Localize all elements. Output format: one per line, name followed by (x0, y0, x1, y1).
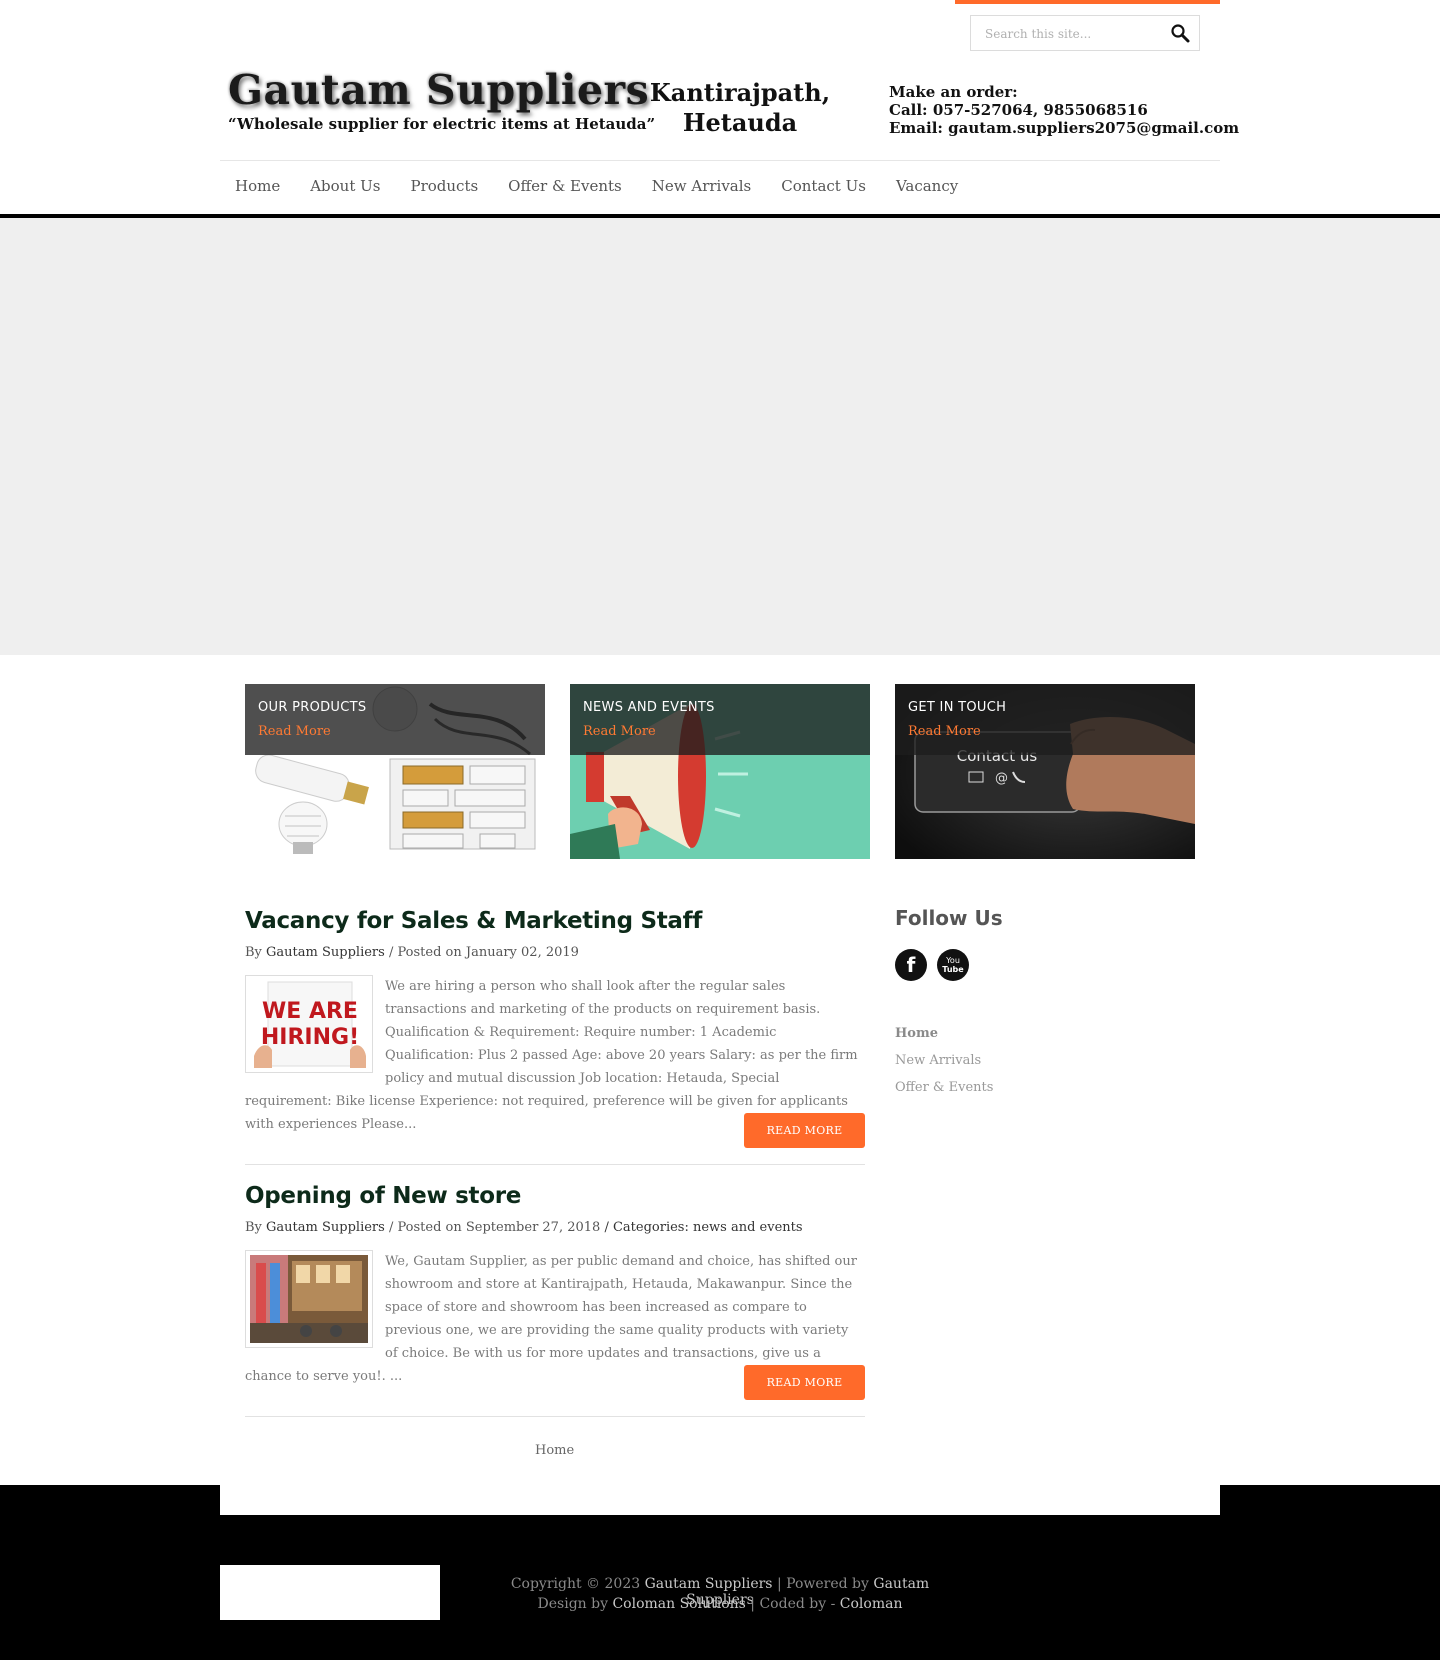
call-numbers: Call: 057-527064, 9855068516 (889, 101, 1148, 119)
post-divider (245, 1416, 865, 1417)
post-meta: By Gautam Suppliers / Posted on January … (245, 945, 579, 960)
post-meta: By Gautam Suppliers / Posted on Septembe… (245, 1220, 803, 1235)
powered-by-text: | Powered by (776, 1576, 869, 1592)
nav-contact-us[interactable]: Contact Us (766, 175, 881, 205)
footer-credits-line: Design by Coloman Solutions | Coded by -… (490, 1596, 950, 1612)
feature-title: GET IN TOUCH (908, 700, 1007, 715)
feature-our-products[interactable]: OUR PRODUCTS Read More (245, 684, 545, 859)
nav-products[interactable]: Products (395, 175, 493, 205)
feature-title: OUR PRODUCTS (258, 700, 367, 715)
sidebar-link-home[interactable]: Home (895, 1026, 938, 1041)
feature-overlay (245, 684, 545, 755)
location-line-2: Hetauda (682, 108, 798, 137)
post-title[interactable]: Opening of New store (245, 1183, 521, 1209)
order-label: Make an order: (889, 83, 1018, 101)
search-button[interactable] (1169, 22, 1191, 44)
post-author-link[interactable]: Gautam Suppliers (266, 945, 385, 960)
read-more-button[interactable]: READ MORE (744, 1365, 865, 1400)
post-by-label: By (245, 1220, 262, 1235)
post-category-link[interactable]: / Categories: news and events (604, 1220, 802, 1235)
search-input[interactable] (983, 24, 1157, 44)
feature-overlay (895, 684, 1195, 755)
facebook-link[interactable]: f (895, 949, 927, 981)
feature-overlay (570, 684, 870, 755)
store-location: Kantirajpath, Hetauda (640, 78, 840, 138)
post-author-link[interactable]: Gautam Suppliers (266, 1220, 385, 1235)
order-contact-block: Make an order: Call: 057-527064, 9855068… (889, 83, 1239, 137)
footer-logo-box (220, 1565, 440, 1620)
copyright-site-link[interactable]: Gautam Suppliers (645, 1576, 773, 1592)
follow-us-title: Follow Us (895, 906, 1003, 930)
nav-about-us[interactable]: About Us (295, 175, 395, 205)
design-by-link[interactable]: Coloman Solutions (612, 1596, 745, 1612)
post-divider (245, 1164, 865, 1165)
site-logo-title[interactable]: Gautam Suppliers (228, 66, 649, 114)
facebook-icon: f (906, 953, 916, 977)
email-address: Email: gautam.suppliers2075@gmail.com (889, 119, 1240, 137)
feature-read-more-link[interactable]: Read More (583, 724, 656, 739)
hero-banner (0, 218, 1440, 655)
post-date: / Posted on September 27, 2018 (388, 1220, 601, 1235)
sidebar-link-new-arrivals[interactable]: New Arrivals (895, 1053, 981, 1068)
post-excerpt: We are hiring a person who shall look af… (245, 979, 858, 1132)
search-box (970, 15, 1200, 51)
nav-home[interactable]: Home (220, 175, 295, 205)
sidebar-link-offer-events[interactable]: Offer & Events (895, 1080, 993, 1095)
coded-by-text: | Coded by - (750, 1596, 836, 1612)
post-date: / Posted on January 02, 2019 (388, 945, 579, 960)
feature-read-more-link[interactable]: Read More (258, 724, 331, 739)
search-icon (1171, 24, 1190, 43)
site-tagline: “Wholesale supplier for electric items a… (228, 115, 656, 133)
coded-by-link[interactable]: Coloman (840, 1596, 903, 1612)
post-title[interactable]: Vacancy for Sales & Marketing Staff (245, 908, 702, 934)
header-divider (220, 160, 1220, 161)
nav-new-arrivals[interactable]: New Arrivals (637, 175, 767, 205)
main-nav: Home About Us Products Offer & Events Ne… (220, 175, 973, 205)
svg-text:@: @ (995, 771, 1008, 786)
design-by-text: Design by (537, 1596, 608, 1612)
post-by-label: By (245, 945, 262, 960)
location-line-1: Kantirajpath, (649, 78, 831, 107)
nav-vacancy[interactable]: Vacancy (881, 175, 973, 205)
read-more-button[interactable]: READ MORE (744, 1113, 865, 1148)
feature-read-more-link[interactable]: Read More (908, 724, 981, 739)
youtube-icon-label: Tube (942, 965, 964, 974)
pagination-home-link[interactable]: Home (535, 1443, 574, 1458)
feature-news-events[interactable]: NEWS AND EVENTS Read More (570, 684, 870, 859)
feature-get-in-touch[interactable]: Contact us @ GET IN TOUCH Read More (895, 684, 1195, 859)
feature-title: NEWS AND EVENTS (583, 700, 715, 715)
copyright-text: Copyright © 2023 (510, 1576, 641, 1592)
nav-offer-events[interactable]: Offer & Events (493, 175, 637, 205)
youtube-link[interactable]: You Tube (937, 949, 969, 981)
footer-content-tail (220, 1485, 1220, 1515)
youtube-icon: You (946, 956, 960, 965)
top-accent-bar (955, 0, 1220, 4)
